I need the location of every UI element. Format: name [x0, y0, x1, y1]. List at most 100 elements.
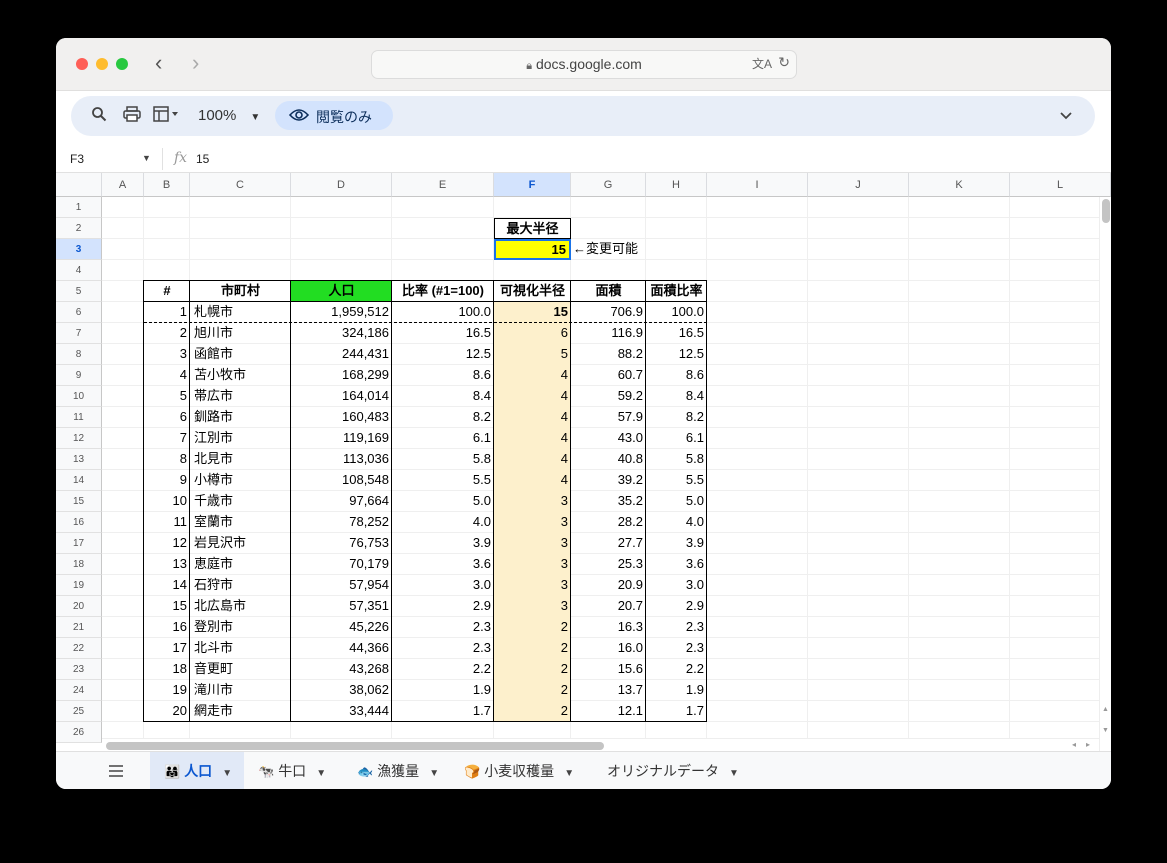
translate-icon[interactable]: 文A — [752, 55, 772, 72]
scroll-down-icon[interactable]: ▼ — [1102, 727, 1109, 734]
row-header-7[interactable]: 7 — [56, 323, 102, 344]
sheet-tab-3[interactable]: 🍞 小麦収穫量 ▼ — [450, 752, 580, 789]
sheet-tab-dropdown-icon[interactable]: ▼ — [316, 768, 326, 779]
max-radius-label-cell[interactable]: 最大半径 — [494, 218, 571, 239]
table-vline — [189, 280, 190, 722]
zoom-select[interactable]: 100% ▼ — [198, 107, 260, 124]
search-icon[interactable] — [91, 106, 107, 127]
row-header-8[interactable]: 8 — [56, 344, 102, 365]
table-border — [143, 280, 707, 722]
row-header-16[interactable]: 16 — [56, 512, 102, 533]
table-vline — [391, 280, 392, 722]
row-gridline — [102, 217, 1111, 218]
row-header-6[interactable]: 6 — [56, 302, 102, 323]
column-gridline — [1009, 197, 1010, 751]
table-first-row-divider — [144, 322, 707, 323]
row-header-10[interactable]: 10 — [56, 386, 102, 407]
scroll-up-icon[interactable]: ▲ — [1102, 706, 1109, 713]
formula-input[interactable]: 15 — [196, 152, 209, 166]
column-gridline — [908, 197, 909, 751]
spreadsheet-grid: A B C D E F G H I J K L 1 2 3 4 5 6 7 8 9 10 11 12 13 14 15 16 17 18 1… — [56, 173, 1111, 751]
row-header-13[interactable]: 13 — [56, 449, 102, 470]
row-header-21[interactable]: 21 — [56, 617, 102, 638]
sheet-tab-emoji-icon: 🍞 — [464, 764, 481, 779]
max-radius-note: ←変更可能 — [573, 241, 639, 256]
row-header-25[interactable]: 25 — [56, 701, 102, 722]
row-header-3[interactable]: 3 — [56, 239, 102, 260]
sheet-tab-0[interactable]: 👨‍👩‍👧 人口 ▼ — [150, 752, 244, 789]
sheet-tab-emoji-icon: 🐟 — [357, 764, 374, 779]
column-header-a[interactable]: A — [102, 173, 144, 197]
column-header-j[interactable]: J — [808, 173, 909, 197]
row-header-18[interactable]: 18 — [56, 554, 102, 575]
row-header-23[interactable]: 23 — [56, 659, 102, 680]
column-header-c[interactable]: C — [190, 173, 291, 197]
column-header-f[interactable]: F — [494, 173, 571, 197]
row-header-11[interactable]: 11 — [56, 407, 102, 428]
back-icon[interactable]: ‹ — [155, 52, 162, 74]
column-header-h[interactable]: H — [646, 173, 707, 197]
close-window-button[interactable] — [76, 58, 88, 70]
row-header-5[interactable]: 5 — [56, 281, 102, 302]
view-only-button[interactable]: 閲覧のみ — [275, 101, 393, 130]
name-box[interactable]: F3 — [70, 152, 84, 166]
vertical-scrollbar[interactable]: ▲ ▼ — [1099, 197, 1111, 751]
scroll-right-icon[interactable]: ▸ — [1086, 740, 1090, 749]
column-header-b[interactable]: B — [144, 173, 190, 197]
sheet-tab-dropdown-icon[interactable]: ▼ — [729, 768, 739, 779]
row-header-15[interactable]: 15 — [56, 491, 102, 512]
sheet-tab-dropdown-icon[interactable]: ▼ — [222, 768, 232, 779]
address-bar[interactable]: 🔒︎ docs.google.com 文A ↻ — [371, 50, 797, 79]
column-header-g[interactable]: G — [571, 173, 646, 197]
row-header-22[interactable]: 22 — [56, 638, 102, 659]
column-header-i[interactable]: I — [707, 173, 808, 197]
vertical-scroll-thumb[interactable] — [1102, 199, 1110, 223]
sheet-tab-dropdown-icon[interactable]: ▼ — [429, 768, 439, 779]
reload-icon[interactable]: ↻ — [778, 54, 790, 71]
eye-icon — [288, 108, 310, 127]
view-only-label: 閲覧のみ — [316, 109, 372, 125]
row-header-12[interactable]: 12 — [56, 428, 102, 449]
browser-window: ‹ › 🔒︎ docs.google.com 文A ↻ 100%▼ 閲覧のみ — [56, 38, 1111, 789]
row-header-26[interactable]: 26 — [56, 722, 102, 743]
expand-toolbar-icon[interactable] — [1059, 108, 1073, 126]
sheet-tab-4[interactable]: オリジナルデータ ▼ — [593, 752, 741, 789]
column-header-d[interactable]: D — [291, 173, 392, 197]
view-mode-icon[interactable] — [153, 106, 179, 127]
row-header-19[interactable]: 19 — [56, 575, 102, 596]
column-header-l[interactable]: L — [1010, 173, 1111, 197]
row-header-24[interactable]: 24 — [56, 680, 102, 701]
horizontal-scroll-thumb[interactable] — [106, 742, 604, 750]
name-box-dropdown-icon[interactable]: ▼ — [142, 153, 151, 163]
row-header-9[interactable]: 9 — [56, 365, 102, 386]
url-text: docs.google.com — [535, 56, 642, 72]
row-header-14[interactable]: 14 — [56, 470, 102, 491]
chevron-down-icon: ▼ — [250, 112, 261, 123]
table-vline — [570, 280, 571, 722]
table-header-divider — [144, 301, 707, 302]
row-header-1[interactable]: 1 — [56, 197, 102, 218]
max-radius-input-cell[interactable]: 15 — [494, 239, 571, 260]
sheet-tab-1[interactable]: 🐄 牛口 ▼ — [244, 752, 330, 789]
row-header-20[interactable]: 20 — [56, 596, 102, 617]
row-header-2[interactable]: 2 — [56, 218, 102, 239]
select-all-corner[interactable] — [56, 173, 102, 197]
horizontal-scrollbar[interactable]: ◂ ▸ — [102, 738, 1099, 752]
table-vline — [290, 280, 291, 722]
zoom-window-button[interactable] — [116, 58, 128, 70]
sheet-tab-label: 牛口 — [278, 763, 307, 779]
forward-icon[interactable]: › — [192, 52, 199, 74]
row-header-4[interactable]: 4 — [56, 260, 102, 281]
column-header-k[interactable]: K — [909, 173, 1010, 197]
sheet-tab-2[interactable]: 🐟 漁獲量 ▼ — [343, 752, 441, 789]
fx-icon: fx — [174, 150, 188, 166]
minimize-window-button[interactable] — [96, 58, 108, 70]
sheet-tab-dropdown-icon[interactable]: ▼ — [564, 768, 574, 779]
row-header-17[interactable]: 17 — [56, 533, 102, 554]
print-icon[interactable] — [123, 106, 141, 127]
all-sheets-menu-icon[interactable] — [108, 764, 124, 782]
column-gridline — [807, 197, 808, 751]
column-header-e[interactable]: E — [392, 173, 494, 197]
scroll-left-icon[interactable]: ◂ — [1072, 740, 1076, 749]
sheet-tab-label: 小麦収穫量 — [484, 763, 555, 779]
